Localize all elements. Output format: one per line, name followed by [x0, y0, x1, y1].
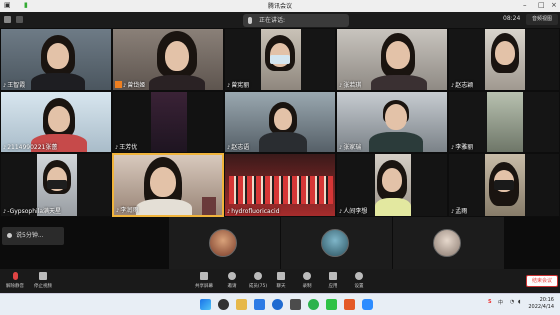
settings-label: 设置: [354, 284, 364, 289]
gear-icon: [355, 272, 363, 280]
mail-icon[interactable]: [254, 299, 265, 310]
participant-name: 张若琪: [339, 80, 361, 89]
invite-icon: [228, 272, 236, 280]
video-tile[interactable]: 人间李想: [336, 153, 448, 217]
speaking-label: 正在讲话:: [259, 17, 286, 24]
participant-name: 李润雨: [116, 205, 138, 214]
video-tile[interactable]: 张家瑞: [336, 91, 448, 153]
audio-tile[interactable]: [280, 217, 392, 269]
clock-date: 2022/4/14: [528, 304, 554, 310]
chat-button[interactable]: 聊天: [268, 272, 294, 292]
chat-label: 聊天: [276, 284, 286, 289]
window-title: 腾讯会议: [267, 3, 292, 10]
store-icon[interactable]: [290, 299, 301, 310]
video-tile[interactable]: 2114990221张蕾: [0, 91, 112, 153]
participant-name: 李雅丽: [451, 142, 473, 151]
signal-icon: ▮: [24, 1, 28, 9]
stop-video-label: 停止视频: [34, 284, 52, 289]
settings-button[interactable]: 设置: [346, 272, 372, 292]
video-tile[interactable]: 王芳优: [112, 91, 224, 153]
participant-name: 赵志颖: [451, 80, 473, 89]
network-icon[interactable]: [16, 16, 23, 23]
video-tile[interactable]: 孟雨: [448, 153, 560, 217]
unmute-button[interactable]: 解除静音: [2, 272, 28, 292]
start-icon[interactable]: [200, 299, 211, 310]
participant-name: 王智霞: [3, 80, 25, 89]
apps-button[interactable]: 应用: [320, 272, 346, 292]
video-tile[interactable]: 赵志颖: [448, 28, 560, 91]
video-tile[interactable]: 曾宪丽: [224, 28, 336, 91]
ime-language[interactable]: 中: [498, 299, 503, 306]
video-tile[interactable]: 张若琪: [336, 28, 448, 91]
volume-icon[interactable]: ◖: [518, 299, 521, 305]
mic-muted-icon: [12, 272, 18, 280]
meeting-timer: 08:24: [503, 15, 521, 22]
office-icon[interactable]: [344, 299, 355, 310]
unmute-label: 解除静音: [6, 284, 24, 289]
close-icon[interactable]: ×: [551, 1, 557, 9]
avatar-badge-icon: [115, 81, 122, 88]
chat-icon: [277, 272, 285, 280]
members-icon: [254, 272, 262, 280]
video-tile[interactable]: 曾岱姬: [112, 28, 224, 91]
maximize-icon[interactable]: □: [538, 1, 545, 9]
mic-icon: [248, 17, 252, 24]
app-logo-icon: ▣: [4, 1, 11, 9]
video-tile[interactable]: 赵志语: [224, 91, 336, 153]
participant-name: 赵志语: [227, 142, 249, 151]
camera-icon: [39, 272, 47, 280]
chat-preview[interactable]: 说5分钟...: [2, 227, 64, 245]
search-icon[interactable]: [218, 299, 229, 310]
video-tile-active-speaker[interactable]: 李润雨: [112, 153, 224, 217]
minimize-icon[interactable]: –: [523, 1, 527, 9]
avatar: [433, 229, 461, 257]
participant-name: 曾宪丽: [227, 80, 249, 89]
record-icon: [303, 272, 311, 280]
video-tile[interactable]: hydrofluoricacid: [224, 153, 336, 217]
participant-name: 孟雨: [451, 206, 467, 215]
wifi-icon[interactable]: ◔: [510, 299, 514, 305]
participant-name: -Gypsophila满天星: [3, 206, 61, 215]
invite-label: 邀请: [227, 284, 237, 289]
speaking-indicator: 正在讲话:: [243, 14, 349, 27]
participant-name: 张家瑞: [339, 142, 361, 151]
video-tile[interactable]: 李雅丽: [448, 91, 560, 153]
audio-tile[interactable]: [392, 217, 504, 269]
wechat-icon[interactable]: [326, 299, 337, 310]
share-screen-icon: [200, 272, 208, 280]
tencent-meeting-icon[interactable]: [362, 299, 373, 310]
apps-icon: [329, 272, 337, 280]
participant-name: 人间李想: [339, 206, 367, 215]
audio-tile[interactable]: [168, 217, 280, 269]
share-screen-label: 共享屏幕: [195, 284, 213, 289]
stop-video-button[interactable]: 停止视频: [30, 272, 56, 292]
avatar: [209, 229, 237, 257]
view-toggle-button[interactable]: 音频视图: [526, 14, 558, 25]
info-icon[interactable]: [4, 16, 11, 23]
record-button[interactable]: 录制: [294, 272, 320, 292]
chrome-icon[interactable]: [308, 299, 319, 310]
participant-name: 2114990221张蕾: [3, 142, 57, 151]
apps-label: 应用: [328, 284, 338, 289]
edge-icon[interactable]: [272, 299, 283, 310]
participant-name: hydrofluoricacid: [227, 208, 279, 215]
file-explorer-icon[interactable]: [236, 299, 247, 310]
video-tile[interactable]: -Gypsophila满天星: [0, 153, 112, 217]
meeting-toolbar: 解除静音 停止视频 共享屏幕 邀请 成员(75) 聊天 录制 应用 设置 结束会…: [0, 269, 560, 293]
end-meeting-button[interactable]: 结束会议: [526, 275, 558, 287]
taskbar-clock[interactable]: 20:16 2022/4/14: [528, 297, 554, 311]
record-label: 录制: [302, 284, 312, 289]
taskbar: S 中 ◔ ◖ 20:16 2022/4/14: [0, 293, 560, 315]
share-screen-button[interactable]: 共享屏幕: [191, 272, 217, 292]
sogou-icon[interactable]: S: [488, 299, 492, 305]
participant-strip: 说5分钟...: [0, 217, 560, 269]
window-titlebar: 腾讯会议 ▣ ▮ – □ ×: [0, 0, 560, 12]
avatar: [321, 229, 349, 257]
invite-button[interactable]: 邀请: [219, 272, 245, 292]
clock-time: 20:16: [539, 297, 554, 303]
video-tile[interactable]: 王智霞: [0, 28, 112, 91]
participant-name: 王芳优: [115, 142, 137, 151]
